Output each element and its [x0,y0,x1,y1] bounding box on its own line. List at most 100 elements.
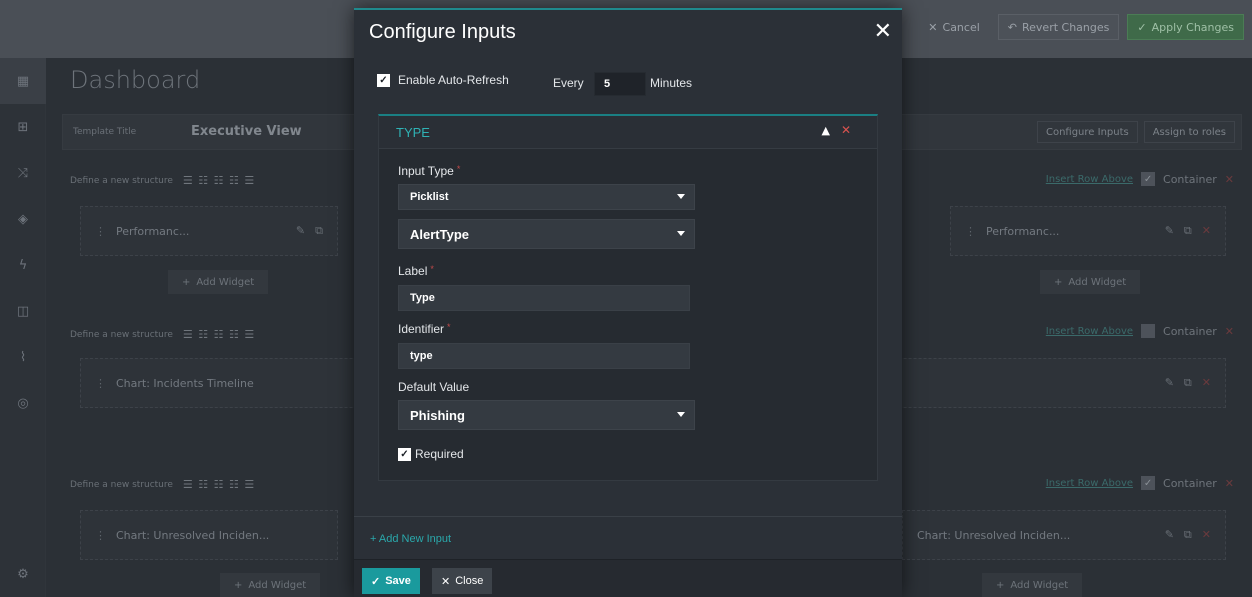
revert-changes-button[interactable]: ↶ Revert Changes [997,14,1120,40]
add-widget-button[interactable]: + Add Widget [1040,270,1141,294]
save-button[interactable]: ✓ Save [362,568,420,594]
picklist-value: AlertType [410,226,469,242]
label-field-label: Label * [398,264,434,278]
bolt-icon[interactable]: ϟ [0,242,46,288]
picklist-select[interactable]: AlertType [398,219,695,249]
auto-refresh-checkbox[interactable]: ✓ [377,73,390,87]
briefcase-icon[interactable]: ◫ [0,288,46,334]
remove-input-icon[interactable]: ✕ [841,123,851,137]
checkmark-icon: ✓ [371,575,381,588]
close-button[interactable]: ✕ Close [432,568,493,594]
panel-header[interactable]: TYPE ▲ ✕ [379,116,877,149]
widget-title: Performanc... [116,224,190,238]
default-value: Phishing [410,407,465,423]
label-input[interactable]: Type [398,285,690,311]
every-label: Every [553,76,584,90]
checkmark-icon: ✓ [1137,20,1147,34]
row-controls: Insert Row Above Container ✕ [1046,324,1234,338]
add-widget-button[interactable]: + Add Widget [220,573,321,597]
container-label: Container [1163,324,1217,338]
default-value-select[interactable]: Phishing [398,400,695,430]
shuffle-icon[interactable]: ⤨ [0,150,46,196]
panel-title: TYPE [396,125,430,140]
add-widget-label: Add Widget [196,276,255,288]
divider [354,516,902,517]
layout-options-icon[interactable]: ☰ ☷ ☷ ☷ ☰ [183,478,255,491]
edit-icon[interactable]: ✎ [1165,376,1174,390]
settings-icon[interactable]: ⚙ [0,551,46,597]
insert-row-above-link[interactable]: Insert Row Above [1046,174,1133,185]
remove-widget-icon[interactable]: ✕ [1202,224,1211,238]
remove-widget-icon[interactable]: ✕ [1202,376,1211,390]
identifier-input[interactable]: type [398,343,690,369]
remove-row-icon[interactable]: ✕ [1225,477,1234,490]
define-structure-label: Define a new structure [70,479,173,490]
remove-widget-icon[interactable]: ✕ [1202,528,1211,542]
duplicate-icon[interactable]: ⧉ [1184,224,1192,238]
required-checkbox[interactable]: ✓ [398,447,411,461]
add-widget-button[interactable]: + Add Widget [982,573,1083,597]
chart-icon[interactable]: ⌇ [0,334,46,380]
drag-handle-icon[interactable]: ⋮ [95,529,106,542]
template-actions: Configure Inputs Assign to roles [1036,121,1235,143]
widget-title: Performanc... [986,224,1060,238]
container-checkbox[interactable]: ✓ [1141,172,1156,186]
cancel-button[interactable]: ✕ Cancel [918,14,989,40]
cancel-button-label: Cancel [942,20,980,34]
apply-changes-button[interactable]: ✓ Apply Changes [1127,14,1244,40]
container-checkbox[interactable] [1141,324,1156,338]
template-title-input[interactable]: Executive View [191,124,302,139]
refresh-interval-input[interactable]: 5 [594,72,646,96]
drag-handle-icon[interactable]: ⋮ [95,225,106,238]
widget-card[interactable]: ⋮ Performanc... ✎ ⧉ [80,206,338,256]
shield-icon[interactable]: ◈ [0,196,46,242]
widget-card[interactable]: ⋮ Performanc... ✎ ⧉ ✕ [950,206,1226,256]
widget-card[interactable]: Chart: Unresolved Inciden... ✎ ⧉ ✕ [902,510,1226,560]
required-asterisk: * [430,264,434,274]
duplicate-icon[interactable]: ⧉ [1184,528,1192,542]
container-label: Container [1163,172,1217,186]
required-toggle[interactable]: ✓ Required [398,447,464,461]
layout-options-icon[interactable]: ☰ ☷ ☷ ☷ ☰ [183,174,255,187]
drag-handle-icon[interactable]: ⋮ [965,225,976,238]
auto-refresh-label: Enable Auto-Refresh [398,73,509,87]
drag-handle-icon[interactable]: ⋮ [95,377,106,390]
input-type-label: Input Type * [398,164,460,178]
identifier-label-text: Identifier [398,322,445,336]
edit-icon[interactable]: ✎ [1165,528,1174,542]
widget-card[interactable]: ⋮ Chart: Unresolved Inciden... [80,510,338,560]
close-icon: ✕ [928,20,938,34]
remove-row-icon[interactable]: ✕ [1225,325,1234,338]
assign-roles-button[interactable]: Assign to roles [1143,121,1235,143]
edit-icon[interactable]: ✎ [1165,224,1174,238]
templates-icon[interactable]: ⊞ [0,104,46,150]
dashboard-icon[interactable]: ▦ [0,58,46,104]
input-config-panel: TYPE ▲ ✕ Input Type * Picklist AlertType … [378,114,878,481]
container-checkbox[interactable]: ✓ [1141,476,1156,490]
globe-icon[interactable]: ◎ [0,380,46,426]
plus-icon: + [996,579,1005,591]
collapse-caret-icon[interactable]: ▲ [822,124,830,137]
configure-inputs-modal: Configure Inputs ✕ ✓ Enable Auto-Refresh… [354,8,902,597]
apply-changes-label: Apply Changes [1151,20,1234,34]
duplicate-icon[interactable]: ⧉ [1184,376,1192,390]
duplicate-icon[interactable]: ⧉ [315,224,323,238]
default-value-label: Default Value [398,380,470,394]
layout-options-icon[interactable]: ☰ ☷ ☷ ☷ ☰ [183,328,255,341]
modal-close-icon[interactable]: ✕ [874,19,892,44]
insert-row-above-link[interactable]: Insert Row Above [1046,326,1133,337]
edit-icon[interactable]: ✎ [296,224,305,238]
identifier-label: Identifier * [398,322,451,336]
configure-inputs-button[interactable]: Configure Inputs [1036,121,1138,143]
structure-row: Define a new structure ☰ ☷ ☷ ☷ ☰ [70,478,255,491]
input-type-select[interactable]: Picklist [398,184,695,210]
remove-row-icon[interactable]: ✕ [1225,173,1234,186]
insert-row-above-link[interactable]: Insert Row Above [1046,478,1133,489]
widget-title: Chart: Incidents Timeline [116,376,254,390]
page-title: Dashboard [70,66,201,94]
plus-icon: + [370,533,377,545]
auto-refresh-toggle[interactable]: ✓ Enable Auto-Refresh [377,73,509,87]
add-widget-button[interactable]: + Add Widget [168,270,269,294]
add-new-input-button[interactable]: + Add New Input [370,533,451,545]
define-structure-label: Define a new structure [70,329,173,340]
